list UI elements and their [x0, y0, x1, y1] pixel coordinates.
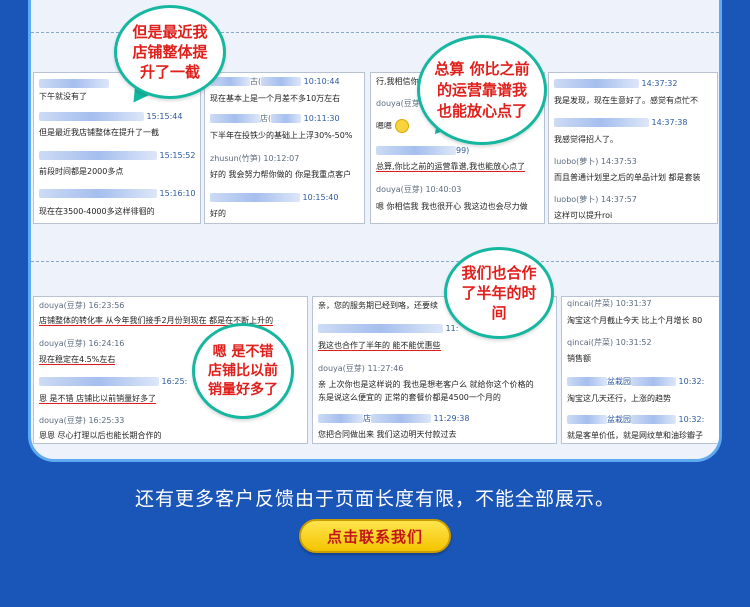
chat-sender: 盆栽园 [607, 377, 631, 386]
chat-line: 淘宝这个月截止今天 比上个月增长 80 [567, 316, 703, 325]
contact-us-button[interactable]: 点击联系我们 [299, 519, 451, 553]
chat-screenshot-4: 14:37:32 我是发现，现在生意好了。感觉有点忙不 14:37:38 我感觉… [548, 72, 718, 224]
chat-line: 就是客单价低，就是网纹草和油珍瓣子 [567, 431, 703, 440]
chat-sender: qincai(芹菜) 10:31:37 [567, 299, 652, 308]
chat-line: 这样可以提升roi [554, 211, 613, 220]
chat-time: 14:37:32 [641, 79, 678, 88]
chat-time: 10:32: [678, 377, 705, 386]
speech-bubble-3: 我们也合作了半年的时间 [444, 247, 554, 339]
chat-line-highlighted: 恩 是不错 店铺比以前销量好多了 [39, 394, 157, 404]
bubble-text: 我们也合作了半年的时间 [461, 264, 537, 322]
chat-line: 但是最近我店铺整体在提升了一截 [39, 128, 159, 137]
chat-time: 10:15:40 [302, 193, 339, 202]
chat-line: 而且普通计划里之后的单品计划 都是套装 [554, 173, 701, 182]
chat-time: 14:37:38 [651, 118, 688, 127]
testimonial-panel: 下午就没有了 15:15:44 但是最近我店铺整体在提升了一截 15:15:52… [28, 0, 722, 462]
chat-line: 亲 上次你也是这样说的 我也是想老客户么 就给你这个价格的 [318, 380, 534, 389]
chat-time: 15:15:52 [159, 151, 196, 160]
chat-time: 10:10:44 [303, 77, 340, 86]
chat-time: 16:25: [161, 377, 188, 386]
chat-line: 淘宝这几天还行，上涨的趋势 [567, 394, 671, 403]
chat-sender: douya(豆芽) 10:40:03 [376, 185, 462, 194]
chat-line: 现在在3500-4000多这样徘徊的 [39, 207, 155, 216]
chat-time: 11: [445, 324, 459, 333]
speech-bubble-4: 嗯 是不错店铺比以前销量好多了 [192, 323, 294, 419]
chat-sender: zhusun(竹笋) 10:12:07 [210, 154, 300, 163]
chat-line: 您把合同做出来 我们这边明天付款过去 [318, 430, 457, 439]
chat-line-highlighted: 现在稳定在4.5%左右 [39, 355, 116, 365]
chat-sender: douya(豆芽) 16:25:33 [39, 416, 125, 425]
chat-sender: 盆栽园 [607, 415, 631, 424]
chat-line: 恩恩 尽心打理以后也能长期合作的 [39, 431, 162, 440]
chat-sender: qincai(芹菜) 10:31:52 [567, 338, 652, 347]
bubble-text: 嗯 是不错店铺比以前销量好多了 [208, 343, 278, 398]
dashed-divider-middle [31, 261, 719, 262]
speech-bubble-2: 总算 你比之前的运营靠谱我也能放心点了 [417, 35, 547, 145]
chat-sender: luobo(萝卜) 14:37:53 [554, 157, 637, 166]
chat-time: 10:11:30 [303, 114, 340, 123]
chat-line-highlighted: 我这也合作了半年的 能不能优惠些 [318, 341, 441, 351]
bubble-text: 但是最近我店铺整体提升了一截 [132, 23, 208, 81]
chat-line: 下半年在投铁少的基础上上浮30%-50% [210, 131, 353, 140]
chat-sender: 店 [363, 414, 371, 423]
chat-time: 15:16:10 [159, 189, 196, 198]
chat-sender: douya(豆芽) 16:23:56 [39, 301, 125, 310]
chat-time: 11:29:38 [433, 414, 470, 423]
speech-bubble-1: 但是最近我店铺整体提升了一截 [114, 5, 226, 99]
chat-sender: luobo(萝卜) 14:37:57 [554, 195, 637, 204]
chat-line: 我感觉得招人了。 [554, 135, 618, 144]
chat-screenshot-2: 古( 10:10:44 现在基本上是一个月差不多10万左右 店( 10:11:3… [204, 72, 365, 224]
chat-line: 好的 我会努力帮你做的 你是我重点客户 [210, 170, 352, 179]
bubble-text: 总算 你比之前的运营靠谱我也能放心点了 [434, 59, 530, 120]
chat-line: 嗯嗯 [376, 121, 392, 131]
smiley-icon [394, 119, 409, 133]
chat-line: 销售额 [567, 354, 591, 363]
chat-time: 15:15:44 [146, 112, 183, 121]
chat-line: 前段时间都是2000多点 [39, 167, 124, 176]
chat-line: 好的 [210, 209, 226, 218]
chat-time: 10:32: [678, 415, 705, 424]
chat-sender: 古( [250, 77, 262, 86]
chat-line: 东是说这么便宜的 正常的套餐价都是4500一个月的 [318, 393, 501, 402]
chat-sender: douya(豆芽) 11:27:46 [318, 364, 404, 373]
chat-screenshot-7: qincai(芹菜) 10:31:37 淘宝这个月截止今天 比上个月增长 80 … [561, 296, 719, 444]
more-feedback-note: 还有更多客户反馈由于页面长度有限，不能全部展示。 [134, 488, 615, 510]
chat-line: 嗯 你相信我 我也很开心 我这边也会尽力做 [376, 202, 528, 211]
chat-sender: 99) [456, 146, 470, 155]
chat-line: 我是发现，现在生意好了。感觉有点忙不 [554, 96, 698, 105]
chat-sender: 店( [260, 114, 272, 123]
chat-line: 现在基本上是一个月差不多10万左右 [210, 94, 341, 103]
chat-line-highlighted: 总算,你比之前的运营靠谱,我也能放心点了 [376, 162, 526, 172]
